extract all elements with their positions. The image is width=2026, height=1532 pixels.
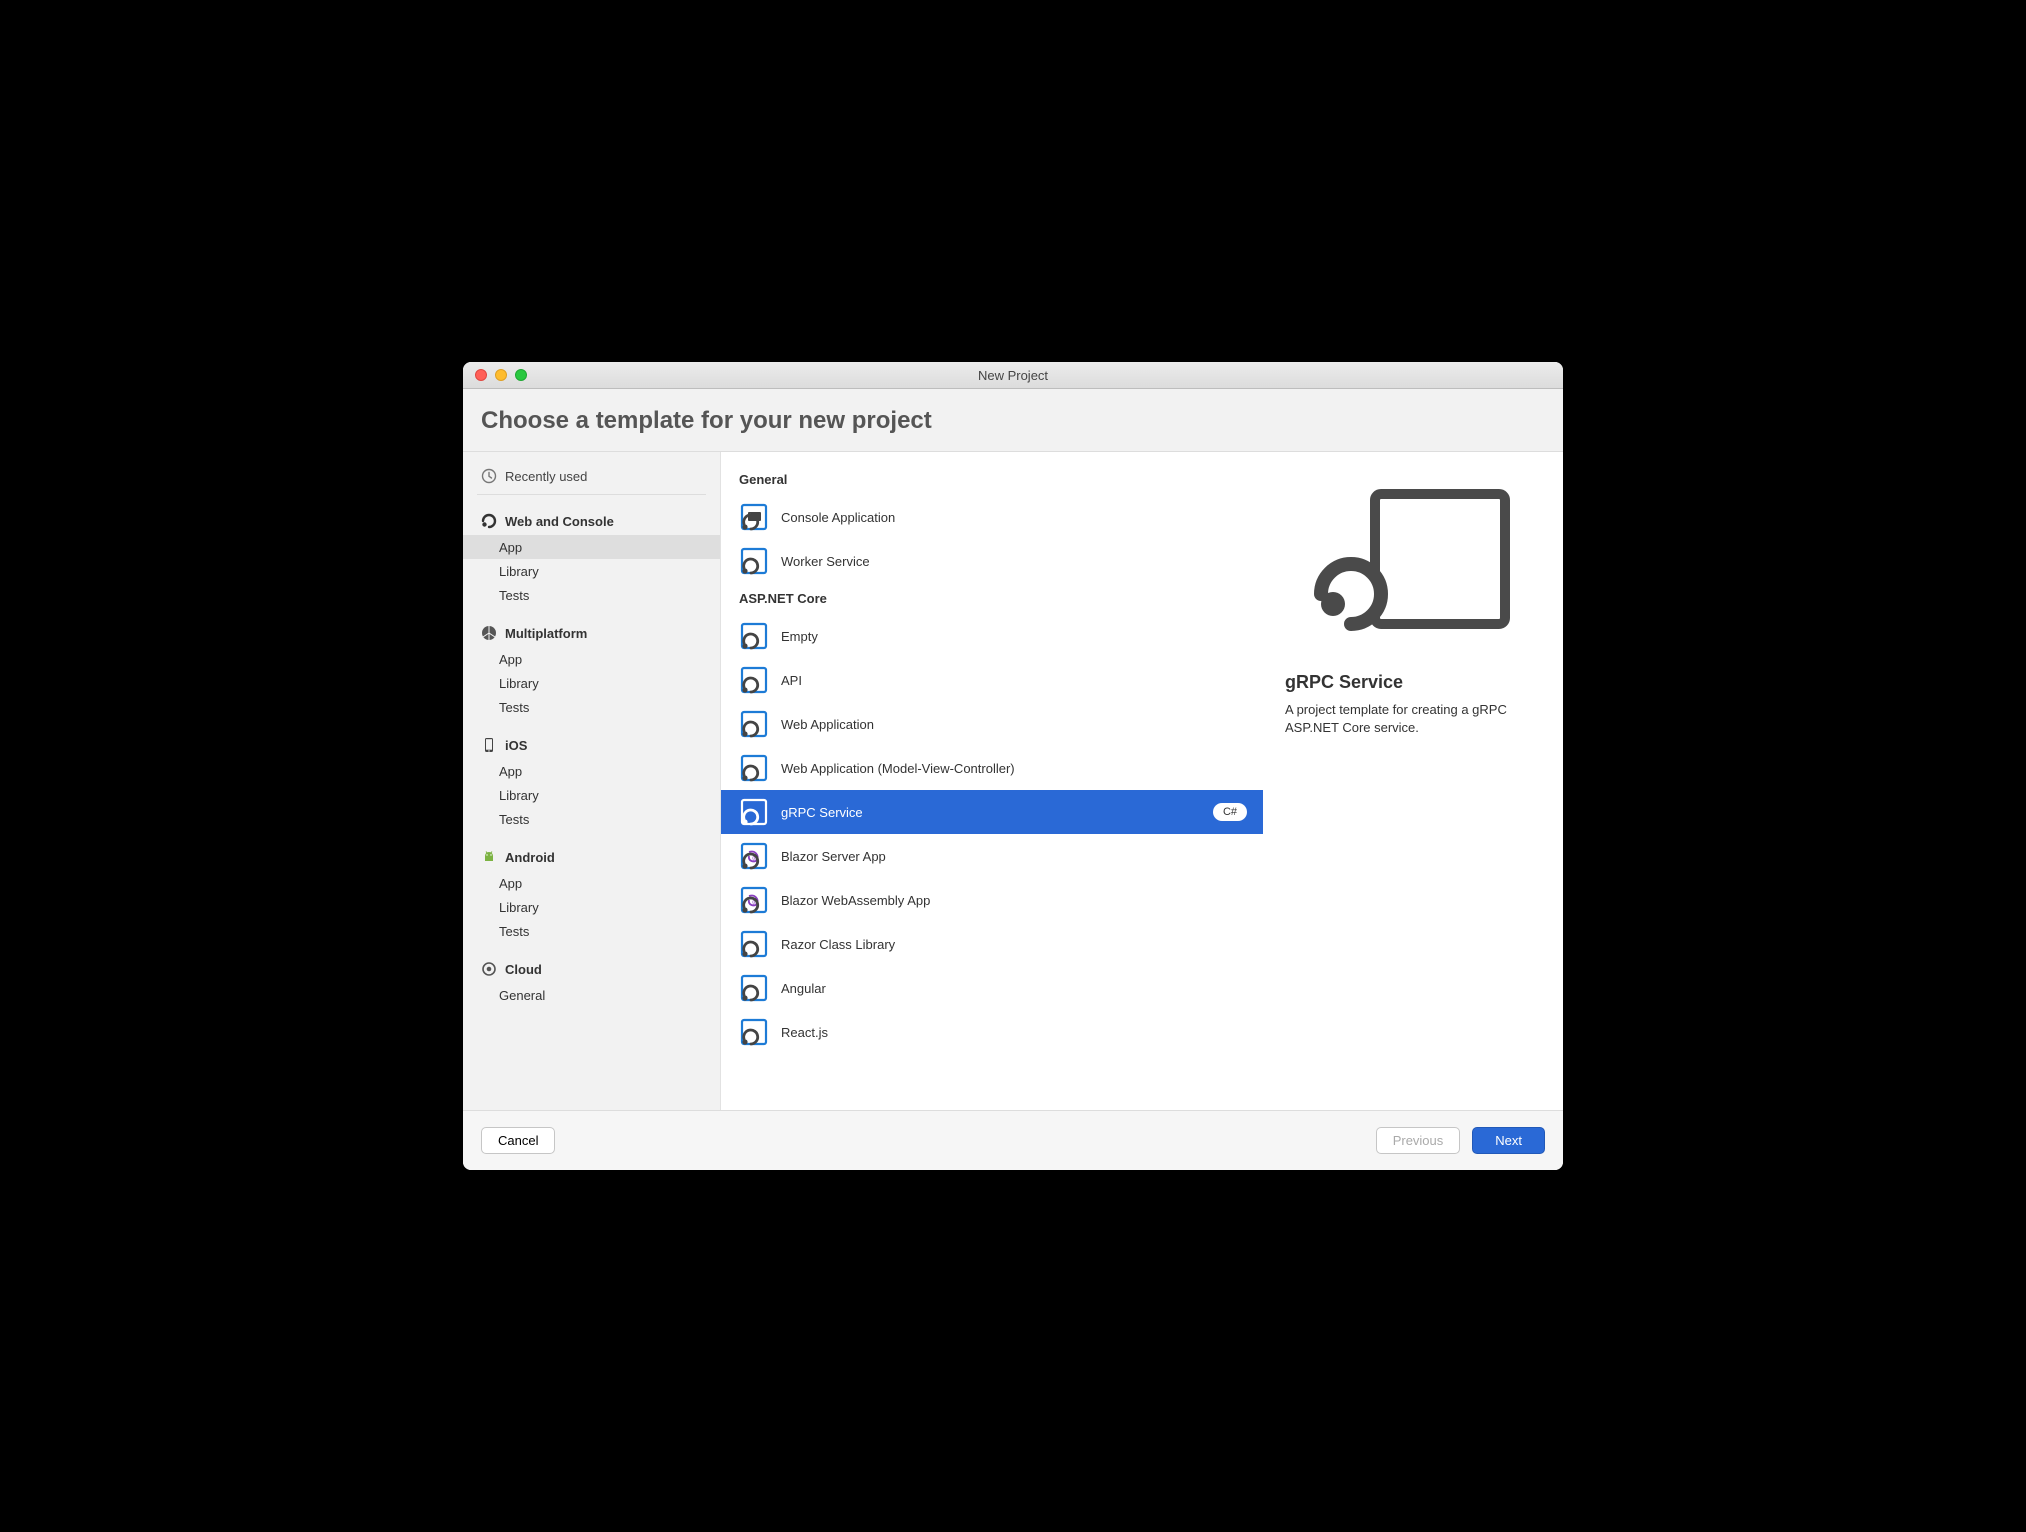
- sidebar: Recently used Web and ConsoleAppLibraryT…: [463, 452, 721, 1110]
- sidebar-recent-label: Recently used: [505, 469, 587, 484]
- template-row-empty[interactable]: Empty: [721, 614, 1263, 658]
- template-icon: [739, 546, 769, 576]
- template-label: Empty: [781, 629, 1247, 644]
- sidebar-item-app[interactable]: App: [463, 535, 720, 559]
- template-row-react-js[interactable]: React.js: [721, 1010, 1263, 1054]
- template-label: Angular: [781, 981, 1247, 996]
- detail-description: A project template for creating a gRPC A…: [1285, 701, 1541, 737]
- sidebar-category-web-and-console[interactable]: Web and Console: [463, 505, 720, 535]
- template-row-grpc-service[interactable]: gRPC Service C#: [721, 790, 1263, 834]
- sidebar-recently-used[interactable]: Recently used: [463, 462, 720, 494]
- template-icon: @: [739, 841, 769, 871]
- sidebar-category-label: Cloud: [505, 962, 542, 977]
- template-icon: [739, 621, 769, 651]
- template-icon: @: [739, 885, 769, 915]
- sidebar-item-library[interactable]: Library: [463, 895, 720, 919]
- template-row-web-application[interactable]: Web Application: [721, 702, 1263, 746]
- dotnet-icon: [481, 513, 497, 529]
- template-row-blazor-webassembly-app[interactable]: @ Blazor WebAssembly App: [721, 878, 1263, 922]
- android-icon: [481, 849, 497, 865]
- detail-panel: gRPC Service A project template for crea…: [1263, 452, 1563, 1110]
- sidebar-separator: [477, 494, 706, 495]
- template-label: gRPC Service: [781, 805, 1201, 820]
- language-badge: C#: [1213, 803, 1247, 821]
- cloud-icon: [481, 961, 497, 977]
- minimize-window-button[interactable]: [495, 369, 507, 381]
- template-label: Blazor WebAssembly App: [781, 893, 1247, 908]
- sidebar-item-tests[interactable]: Tests: [463, 807, 720, 831]
- zoom-window-button[interactable]: [515, 369, 527, 381]
- detail-title: gRPC Service: [1285, 672, 1403, 693]
- new-project-window: New Project Choose a template for your n…: [463, 362, 1563, 1170]
- template-row-api[interactable]: API: [721, 658, 1263, 702]
- template-icon: [739, 973, 769, 1003]
- sidebar-item-app[interactable]: App: [463, 759, 720, 783]
- sidebar-category-label: Android: [505, 850, 555, 865]
- traffic-lights: [463, 369, 527, 381]
- sidebar-item-tests[interactable]: Tests: [463, 919, 720, 943]
- sidebar-category-ios[interactable]: iOS: [463, 729, 720, 759]
- template-icon: [739, 753, 769, 783]
- sidebar-item-app[interactable]: App: [463, 871, 720, 895]
- sidebar-category-cloud[interactable]: Cloud: [463, 953, 720, 983]
- content-area: Recently used Web and ConsoleAppLibraryT…: [463, 452, 1563, 1110]
- sidebar-item-library[interactable]: Library: [463, 783, 720, 807]
- sidebar-item-app[interactable]: App: [463, 647, 720, 671]
- close-window-button[interactable]: [475, 369, 487, 381]
- sidebar-category-label: Web and Console: [505, 514, 614, 529]
- sidebar-category-android[interactable]: Android: [463, 841, 720, 871]
- window-title: New Project: [463, 368, 1563, 383]
- next-button[interactable]: Next: [1472, 1127, 1545, 1154]
- detail-large-icon: [1313, 484, 1513, 644]
- sidebar-item-library[interactable]: Library: [463, 559, 720, 583]
- template-icon: [739, 709, 769, 739]
- sidebar-item-tests[interactable]: Tests: [463, 695, 720, 719]
- section-title: General: [721, 464, 1263, 495]
- cancel-button[interactable]: Cancel: [481, 1127, 555, 1154]
- template-label: Worker Service: [781, 554, 1247, 569]
- template-label: Web Application (Model-View-Controller): [781, 761, 1247, 776]
- template-row-worker-service[interactable]: Worker Service: [721, 539, 1263, 583]
- clock-icon: [481, 468, 497, 484]
- template-row-angular[interactable]: Angular: [721, 966, 1263, 1010]
- template-row-razor-class-library[interactable]: Razor Class Library: [721, 922, 1263, 966]
- template-label: API: [781, 673, 1247, 688]
- sidebar-item-library[interactable]: Library: [463, 671, 720, 695]
- template-label: Blazor Server App: [781, 849, 1247, 864]
- sidebar-item-tests[interactable]: Tests: [463, 583, 720, 607]
- footer: Cancel Previous Next: [463, 1110, 1563, 1170]
- sidebar-category-label: Multiplatform: [505, 626, 587, 641]
- template-icon: [739, 1017, 769, 1047]
- template-label: React.js: [781, 1025, 1247, 1040]
- sidebar-item-general[interactable]: General: [463, 983, 720, 1007]
- sidebar-category-multiplatform[interactable]: Multiplatform: [463, 617, 720, 647]
- template-icon: [739, 502, 769, 532]
- template-row-blazor-server-app[interactable]: @ Blazor Server App: [721, 834, 1263, 878]
- template-icon: [739, 797, 769, 827]
- template-icon: [739, 929, 769, 959]
- template-icon: [739, 665, 769, 695]
- sidebar-category-label: iOS: [505, 738, 527, 753]
- multiplatform-icon: [481, 625, 497, 641]
- template-label: Web Application: [781, 717, 1247, 732]
- template-row-console-application[interactable]: Console Application: [721, 495, 1263, 539]
- section-title: ASP.NET Core: [721, 583, 1263, 614]
- template-list: General Console Application Worker Service…: [721, 452, 1263, 1110]
- template-row-web-application-model-view-controller-[interactable]: Web Application (Model-View-Controller): [721, 746, 1263, 790]
- previous-button[interactable]: Previous: [1376, 1127, 1461, 1154]
- template-label: Console Application: [781, 510, 1247, 525]
- ios-icon: [481, 737, 497, 753]
- titlebar: New Project: [463, 362, 1563, 389]
- template-label: Razor Class Library: [781, 937, 1247, 952]
- dialog-title: Choose a template for your new project: [481, 407, 1545, 435]
- dialog-header: Choose a template for your new project: [463, 389, 1563, 452]
